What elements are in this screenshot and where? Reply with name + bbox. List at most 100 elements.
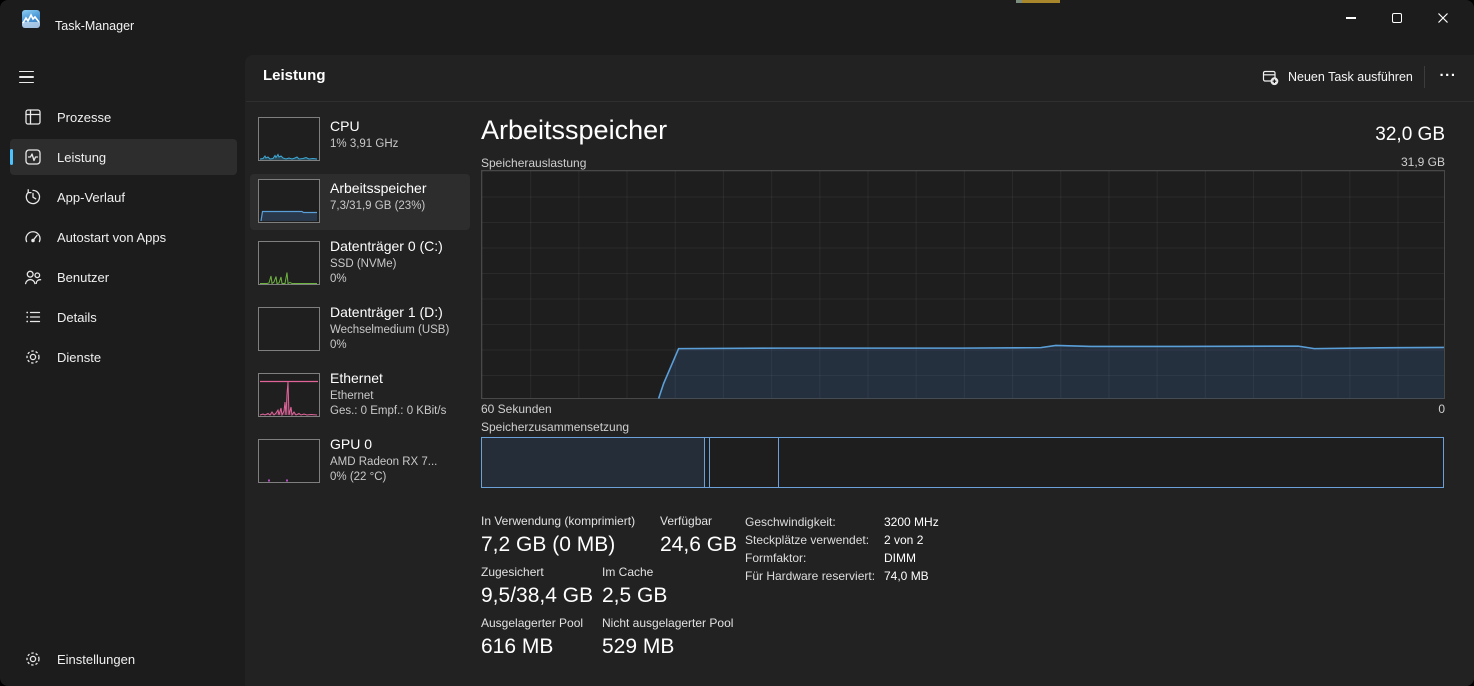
stat-value: 7,2 GB (0 MB) <box>481 533 616 556</box>
app-logo-icon <box>22 10 40 28</box>
stat-label: Im Cache <box>602 565 654 579</box>
memory-section-title: Arbeitsspeicher <box>481 115 668 145</box>
device-item-gpu[interactable]: GPU 0 AMD Radeon RX 7... 0% (22 °C) <box>250 434 470 496</box>
detail-value: 74,0 MB <box>884 569 929 583</box>
detail-label: Geschwindigkeit: <box>745 515 836 529</box>
disk1-sparkline <box>258 307 320 351</box>
sidebar-item-benutzer[interactable]: Benutzer <box>10 259 237 295</box>
sidebar-item-label: Leistung <box>57 149 107 165</box>
new-task-icon <box>1262 70 1279 85</box>
detail-label: Steckplätze verwendet: <box>745 533 870 547</box>
device-stats: Ges.: 0 Empf.: 0 KBit/s <box>330 405 447 417</box>
device-name: Datenträger 1 (D:) <box>330 304 443 320</box>
maximize-icon <box>1392 13 1402 23</box>
app-history-icon <box>25 189 41 205</box>
window-chrome: Task-Manager Prozesse Leistung App-Verla… <box>0 0 1474 686</box>
task-manager-window: Task-Manager Prozesse Leistung App-Verla… <box>0 0 1474 686</box>
stat-value: 2,5 GB <box>602 584 668 607</box>
device-subtitle: AMD Radeon RX 7... <box>330 456 438 468</box>
device-name: Arbeitsspeicher <box>330 180 427 196</box>
device-stats: 0% <box>330 339 347 351</box>
stat-label: Ausgelagerter Pool <box>481 616 584 630</box>
composition-label: Speicherzusammensetzung <box>481 420 630 434</box>
background-sliver <box>1022 0 1060 3</box>
ethernet-sparkline <box>258 373 320 417</box>
detail-value: 3200 MHz <box>884 515 939 529</box>
run-new-task-button[interactable]: Neuen Task ausführen <box>1252 62 1423 92</box>
hamburger-icon <box>19 70 34 73</box>
chart-x-left-label: 60 Sekunden <box>481 402 552 416</box>
services-gear-icon <box>26 350 40 364</box>
device-subtitle: Ethernet <box>330 390 374 402</box>
device-name: Ethernet <box>330 370 383 386</box>
close-icon <box>1438 13 1448 23</box>
device-subtitle: SSD (NVMe) <box>330 258 397 270</box>
memory-total-capacity: 32,0 GB <box>1375 124 1445 145</box>
sidebar-item-label: Benutzer <box>57 269 110 285</box>
processes-icon <box>25 109 41 125</box>
more-options-button[interactable]: ... <box>1430 60 1466 90</box>
stat-label: In Verwendung (komprimiert) <box>481 514 636 528</box>
composition-in-use-segment <box>482 438 705 487</box>
sidebar-item-prozesse[interactable]: Prozesse <box>10 99 237 135</box>
cpu-sparkline <box>258 117 320 161</box>
page-title: Leistung <box>263 67 326 84</box>
performance-icon <box>25 149 41 165</box>
sidebar-item-autostart[interactable]: Autostart von Apps <box>10 219 237 255</box>
gpu-sparkline <box>258 439 320 483</box>
detail-value: 2 von 2 <box>884 533 924 547</box>
device-name: Datenträger 0 (C:) <box>330 238 443 254</box>
startup-apps-icon <box>25 231 41 243</box>
composition-divider <box>777 438 780 487</box>
sidebar-item-label: App-Verlauf <box>57 189 125 205</box>
detail-label: Für Hardware reserviert: <box>745 569 876 583</box>
sidebar-item-dienste[interactable]: Dienste <box>10 339 237 375</box>
sidebar-item-label: Autostart von Apps <box>57 229 167 245</box>
device-stats: 0% (22 °C) <box>330 471 387 483</box>
sidebar-item-app-verlauf[interactable]: App-Verlauf <box>10 179 237 215</box>
sidebar-item-einstellungen[interactable]: Einstellungen <box>10 641 237 677</box>
usage-chart-label: Speicherauslastung <box>481 156 587 170</box>
minimize-icon <box>1346 17 1356 19</box>
device-item-cpu[interactable]: CPU 1% 3,91 GHz <box>250 112 470 172</box>
device-item-ethernet[interactable]: Ethernet Ethernet Ges.: 0 Empf.: 0 KBit/… <box>250 368 470 430</box>
stat-label: Zugesichert <box>481 565 544 579</box>
window-controls <box>1328 3 1466 33</box>
users-icon <box>24 270 42 285</box>
device-item-disk0[interactable]: Datenträger 0 (C:) SSD (NVMe) 0% <box>250 236 470 298</box>
stat-value: 24,6 GB <box>660 533 738 556</box>
sidebar-item-details[interactable]: Details <box>10 299 237 335</box>
device-item-disk1[interactable]: Datenträger 1 (D:) Wechselmedium (USB) 0… <box>250 302 470 364</box>
device-subtitle: Wechselmedium (USB) <box>330 324 450 336</box>
ellipsis-icon: ... <box>1439 62 1457 80</box>
details-list-icon <box>26 311 41 323</box>
memory-sparkline <box>258 179 320 223</box>
device-item-memory[interactable]: Arbeitsspeicher 7,3/31,9 GB (23%) <box>250 174 470 230</box>
chart-x-right-label: 0 <box>1438 402 1445 416</box>
detail-value: DIMM <box>884 551 916 565</box>
stat-value: 616 MB <box>481 635 554 658</box>
sidebar-item-label: Details <box>57 309 97 325</box>
sidebar-item-label: Dienste <box>57 349 102 365</box>
header-separator <box>246 101 1474 102</box>
chart-y-max-label: 31,9 GB <box>1400 155 1445 169</box>
stat-label: Nicht ausgelagerter Pool <box>602 616 734 630</box>
device-stats: 1% 3,91 GHz <box>330 138 399 150</box>
disk0-sparkline <box>258 241 320 285</box>
device-stats: 7,3/31,9 GB (23%) <box>330 200 426 212</box>
memory-usage-area <box>657 344 1444 399</box>
header-divider <box>1424 66 1425 88</box>
stat-value: 529 MB <box>602 635 675 658</box>
sidebar-item-label: Prozesse <box>57 109 112 125</box>
settings-label: Einstellungen <box>57 651 136 667</box>
detail-label: Formfaktor: <box>745 551 807 565</box>
memory-composition-bar <box>481 437 1444 488</box>
minimize-button[interactable] <box>1328 3 1374 33</box>
navigation-menu-button[interactable] <box>16 64 50 90</box>
sidebar-item-leistung[interactable]: Leistung <box>10 139 237 175</box>
maximize-button[interactable] <box>1374 3 1420 33</box>
composition-divider <box>708 438 711 487</box>
selection-accent-bar <box>10 149 13 165</box>
close-button[interactable] <box>1420 3 1466 33</box>
stat-label: Verfügbar <box>660 514 713 528</box>
